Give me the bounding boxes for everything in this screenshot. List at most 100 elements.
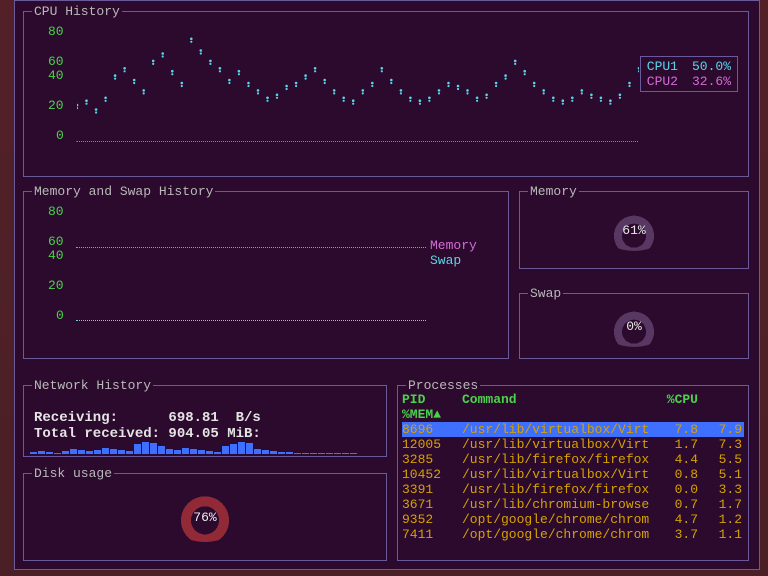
legend-value: 32.6%: [692, 74, 731, 89]
net-bar: [270, 451, 277, 454]
y-tick: 20: [48, 98, 64, 113]
table-header-row[interactable]: PID Command %CPU: [402, 392, 744, 407]
net-bar: [78, 450, 85, 454]
table-row[interactable]: 10452/usr/lib/virtualbox/Virt0.85.1: [402, 467, 744, 482]
net-bar: [126, 451, 133, 454]
cell-cpu: 0.7: [662, 497, 698, 512]
y-tick: 20: [48, 278, 64, 293]
legend-name: CPU2: [647, 74, 678, 89]
cell-command: /opt/google/chrome/chrom: [462, 527, 662, 542]
net-bar: [262, 450, 269, 454]
net-bar: [102, 448, 109, 454]
disk-gauge: 76%: [169, 494, 241, 542]
sort-label: %MEM▲: [402, 407, 462, 422]
cell-cpu: 0.0: [662, 482, 698, 497]
cell-mem: 7.9: [698, 422, 742, 437]
panel-title: Network History: [32, 378, 153, 393]
col-mem[interactable]: [698, 392, 742, 407]
cell-mem: 5.1: [698, 467, 742, 482]
cell-command: /usr/lib/virtualbox/Virt: [462, 422, 662, 437]
table-row[interactable]: 3671/usr/lib/chromium-browse0.71.7: [402, 497, 744, 512]
memory-line: [76, 247, 426, 248]
net-bar: [46, 452, 53, 454]
net-bar: [94, 450, 101, 454]
panel-title: CPU History: [32, 4, 122, 19]
net-bar: [38, 451, 45, 454]
cell-mem: 3.3: [698, 482, 742, 497]
col-pid[interactable]: PID: [402, 392, 462, 407]
memory-chart: [76, 204, 426, 322]
net-bar: [158, 446, 165, 454]
swap-gauge: 0%: [603, 309, 665, 347]
net-bar: [310, 453, 317, 454]
y-tick: 40: [48, 248, 64, 263]
cell-command: /opt/google/chrome/chrom: [462, 512, 662, 527]
net-receiving: Receiving: 698.81 B/s: [34, 410, 261, 426]
cell-pid: 8696: [402, 422, 462, 437]
net-bar: [350, 453, 357, 454]
net-bar: [150, 443, 157, 454]
cell-mem: 5.5: [698, 452, 742, 467]
net-bar: [294, 453, 301, 454]
net-bar: [334, 453, 341, 454]
col-command[interactable]: Command: [462, 392, 662, 407]
net-bar: [174, 450, 181, 454]
legend-name: Swap: [430, 253, 477, 268]
net-bar: [206, 451, 213, 454]
y-tick: 0: [56, 308, 64, 323]
cell-cpu: 7.8: [662, 422, 698, 437]
net-bar: [110, 449, 117, 454]
table-row[interactable]: 8696/usr/lib/virtualbox/Virt7.87.9: [402, 422, 744, 437]
y-tick: 60: [48, 54, 64, 69]
y-tick: 80: [48, 24, 64, 39]
cell-command: /usr/lib/virtualbox/Virt: [462, 467, 662, 482]
table-row[interactable]: 7411/opt/google/chrome/chrom3.71.1: [402, 527, 744, 542]
net-bar: [246, 443, 253, 454]
net-bar: [214, 452, 221, 454]
swap-gauge-panel: Swap 0%: [519, 293, 749, 359]
cell-mem: 1.7: [698, 497, 742, 512]
net-bar: [166, 449, 173, 454]
net-bar: [134, 444, 141, 454]
table-row[interactable]: 3285/usr/lib/firefox/firefox4.45.5: [402, 452, 744, 467]
table-row[interactable]: 3391/usr/lib/firefox/firefox0.03.3: [402, 482, 744, 497]
table-row[interactable]: 12005/usr/lib/virtualbox/Virt1.77.3: [402, 437, 744, 452]
cell-pid: 10452: [402, 467, 462, 482]
terminal-monitor: CPU History 80 60 40 20 0 CPU150.0% CPU2…: [14, 0, 760, 570]
sort-indicator[interactable]: %MEM▲: [402, 407, 744, 422]
cell-mem: 1.1: [698, 527, 742, 542]
net-bar: [182, 448, 189, 454]
cpu-history-panel: CPU History 80 60 40 20 0 CPU150.0% CPU2…: [23, 11, 749, 177]
net-bar: [30, 452, 37, 454]
net-bar: [238, 442, 245, 454]
memory-legend: Memory Swap: [430, 238, 477, 268]
cell-cpu: 4.4: [662, 452, 698, 467]
legend-name: CPU1: [647, 59, 678, 74]
net-bar: [54, 453, 61, 454]
gauge-value: 76%: [169, 510, 241, 525]
cell-pid: 3285: [402, 452, 462, 467]
panel-title: Memory: [528, 184, 579, 199]
col-cpu[interactable]: %CPU: [662, 392, 698, 407]
cpu-chart: [76, 24, 638, 142]
cell-cpu: 1.7: [662, 437, 698, 452]
cell-command: /usr/lib/chromium-browse: [462, 497, 662, 512]
process-table[interactable]: PID Command %CPU %MEM▲ 8696/usr/lib/virt…: [402, 392, 744, 542]
network-bar-chart: [30, 440, 380, 454]
memory-gauge: 61%: [603, 213, 665, 251]
panel-title: Swap: [528, 286, 563, 301]
cell-pid: 3671: [402, 497, 462, 512]
net-bar: [278, 452, 285, 454]
cpu-plot: [77, 24, 639, 142]
swap-line: [76, 320, 426, 321]
cell-command: /usr/lib/firefox/firefox: [462, 452, 662, 467]
net-bar: [230, 444, 237, 454]
cell-pid: 12005: [402, 437, 462, 452]
cell-pid: 3391: [402, 482, 462, 497]
cell-cpu: 0.8: [662, 467, 698, 482]
y-tick: 40: [48, 68, 64, 83]
cell-mem: 1.2: [698, 512, 742, 527]
net-bar: [254, 449, 261, 454]
net-bar: [70, 449, 77, 454]
table-row[interactable]: 9352/opt/google/chrome/chrom4.71.2: [402, 512, 744, 527]
